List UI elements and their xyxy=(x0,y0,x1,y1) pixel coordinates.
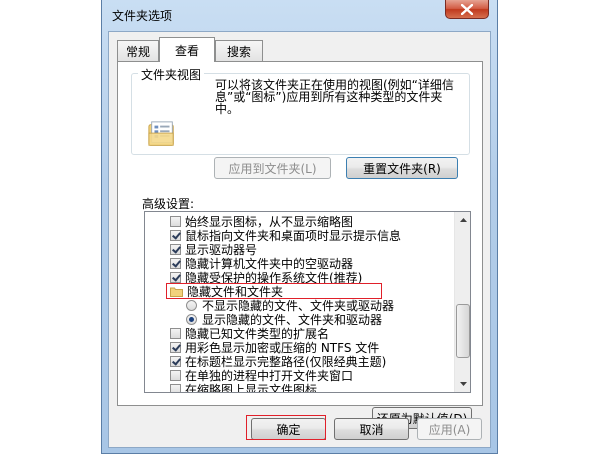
checkbox[interactable] xyxy=(170,229,181,241)
tab-view[interactable]: 查看 xyxy=(159,37,215,62)
scroll-thumb[interactable] xyxy=(456,304,470,358)
checkbox[interactable] xyxy=(170,327,181,339)
window-title: 文件夹选项 xyxy=(112,9,173,23)
tab-general[interactable]: 常规 xyxy=(117,40,159,61)
folder-icon xyxy=(170,287,183,297)
close-button[interactable] xyxy=(445,0,489,19)
folder-views-description: 可以将该文件夹正在使用的视图(例如“详细信息”或“图标”)应用到所有这种类型的文… xyxy=(215,78,454,116)
chevron-down-icon xyxy=(459,382,467,386)
vertical-scrollbar[interactable] xyxy=(454,212,470,392)
reset-folders-button[interactable]: 重置文件夹(R) xyxy=(346,157,458,179)
checkbox[interactable] xyxy=(170,355,181,367)
apply-button[interactable]: 应用(A) xyxy=(417,418,482,440)
checkbox[interactable] xyxy=(170,215,181,227)
folder-options-window: 文件夹选项 常规 查看 搜索 文件夹视图 可以将该文件夹正在使用的视图(例如“详… xyxy=(101,0,498,454)
checkbox[interactable] xyxy=(170,383,181,392)
checkbox[interactable] xyxy=(170,341,181,353)
view-tab-panel: 文件夹视图 可以将该文件夹正在使用的视图(例如“详细信息”或“图标”)应用到所有… xyxy=(117,61,483,429)
checkbox[interactable] xyxy=(170,243,181,255)
setting-label: 在缩略图上显示文件图标 xyxy=(185,382,318,393)
advanced-settings-label: 高级设置: xyxy=(142,197,195,211)
radio-button[interactable] xyxy=(186,299,197,311)
checkbox[interactable] xyxy=(170,369,181,381)
radio-button[interactable] xyxy=(186,313,197,325)
cancel-button[interactable]: 取消 xyxy=(334,418,409,440)
setting-file-icon-on-thumbnails[interactable]: 在缩略图上显示文件图标 xyxy=(170,382,318,393)
folder-views-title: 文件夹视图 xyxy=(138,66,205,83)
dialog-client: 常规 查看 搜索 文件夹视图 可以将该文件夹正在使用的视图(例如“详细信息”或“… xyxy=(108,31,491,448)
apply-to-folders-button[interactable]: 应用到文件夹(L) xyxy=(214,157,331,179)
tab-search[interactable]: 搜索 xyxy=(215,40,263,61)
scroll-down-button[interactable] xyxy=(455,376,470,392)
checkbox[interactable] xyxy=(170,271,181,283)
close-icon xyxy=(461,3,473,15)
folder-view-icon xyxy=(148,121,174,146)
advanced-settings-tree[interactable]: 始终显示图标，从不显示缩略图 鼠标指向文件夹和桌面项时显示提示信息 显示驱动器号… xyxy=(144,211,471,393)
ok-button[interactable]: 确定 xyxy=(251,418,326,440)
scroll-up-button[interactable] xyxy=(455,212,470,228)
checkbox[interactable] xyxy=(170,257,181,269)
chevron-up-icon xyxy=(459,218,467,222)
